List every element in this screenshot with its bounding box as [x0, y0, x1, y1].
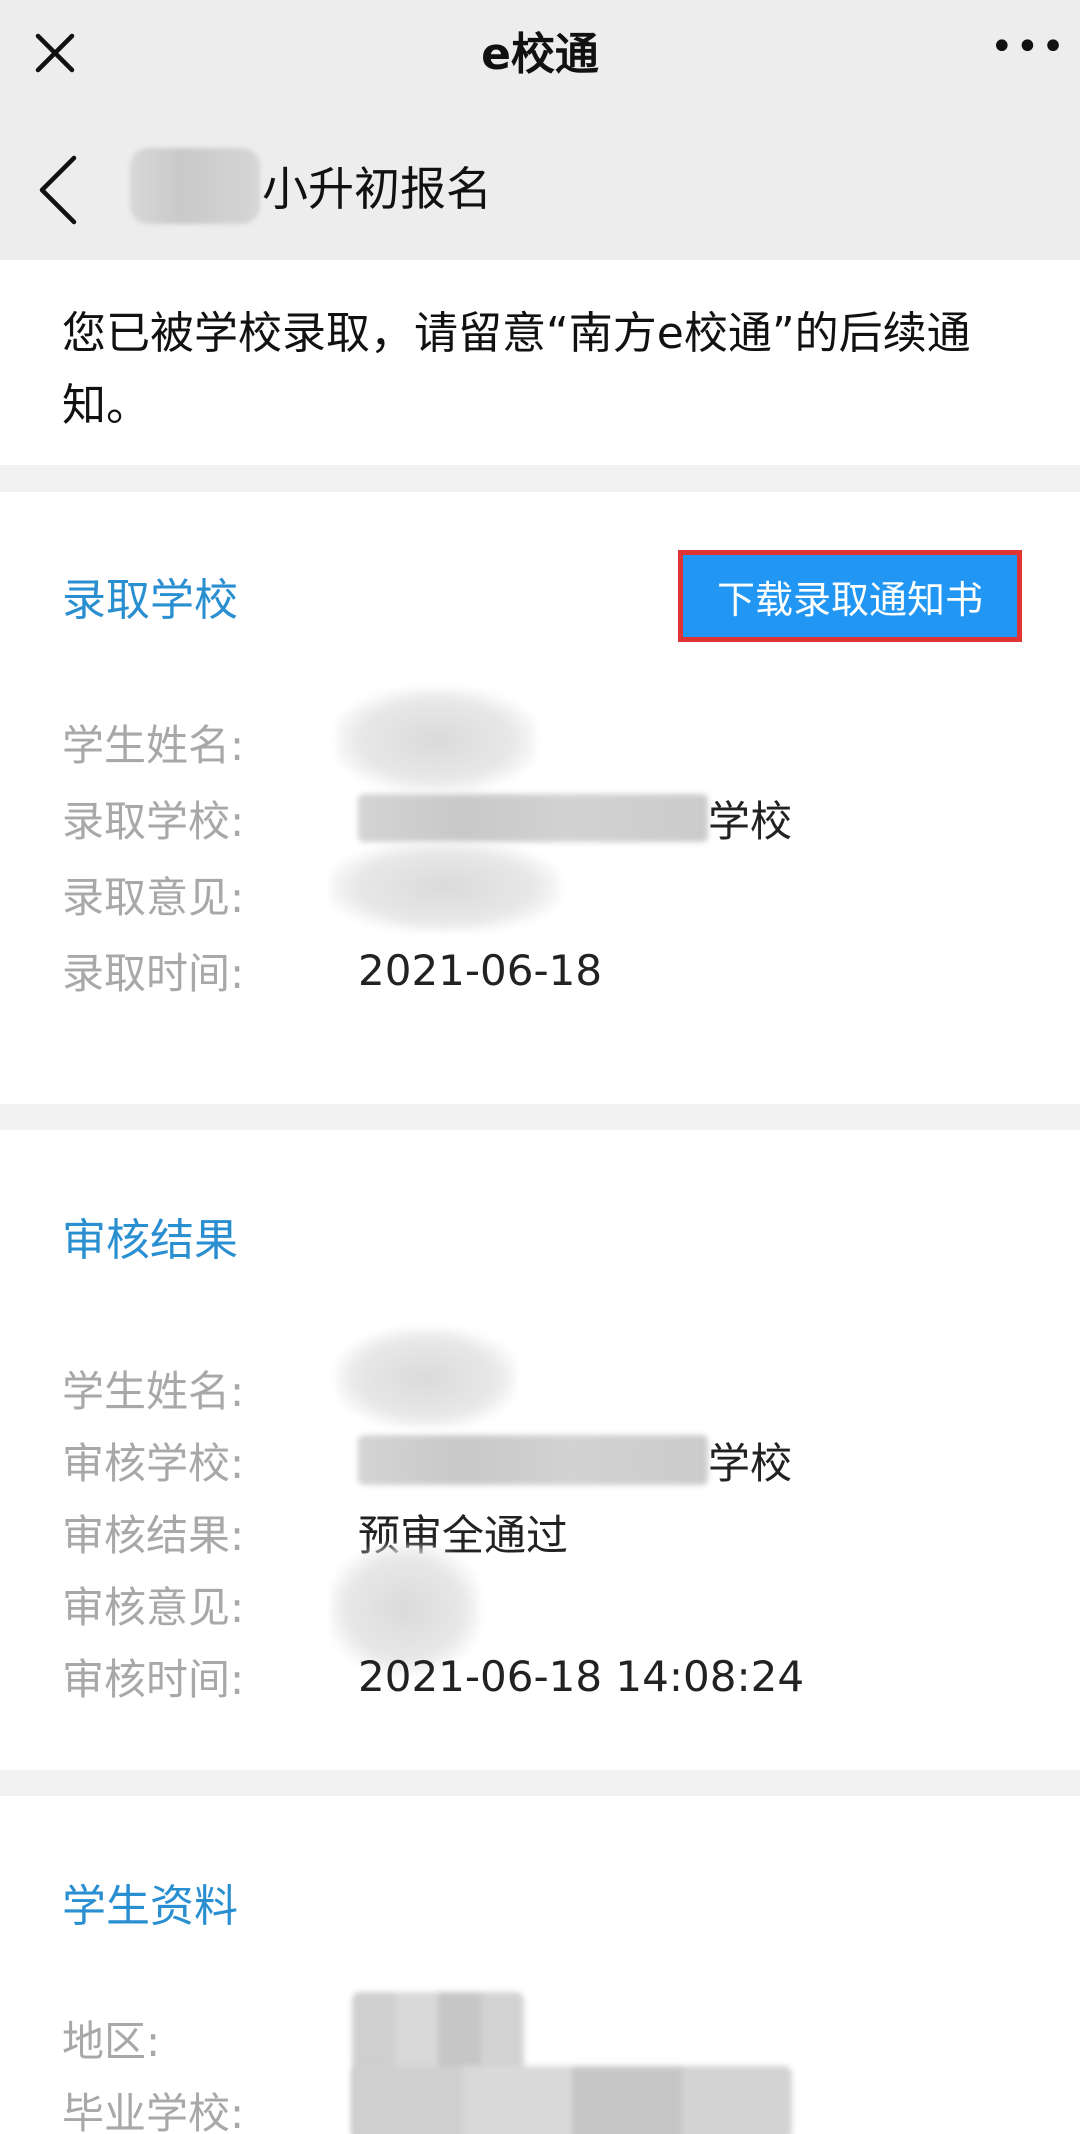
row-label: 审核时间:	[62, 1654, 245, 1704]
redacted-region	[352, 2066, 792, 2134]
row-label: 审核意见:	[62, 1582, 245, 1632]
info-row: 地区:	[62, 2010, 358, 2066]
info-row: 学生姓名:	[62, 1360, 358, 1416]
row-value: 学校	[708, 796, 793, 846]
info-row: 审核学校: 学校	[62, 1432, 792, 1488]
page-title-container: 小升初报名	[130, 146, 492, 226]
row-label: 学生姓名:	[62, 1366, 245, 1416]
row-label: 审核结果:	[62, 1510, 245, 1560]
info-row: 录取学校: 学校	[62, 790, 792, 846]
app-header: e校通 •••	[0, 0, 1080, 110]
row-value: 学校	[708, 1438, 793, 1488]
row-label: 录取学校:	[62, 796, 245, 846]
redacted-region	[336, 688, 536, 792]
download-notice-button[interactable]: 下载录取通知书	[678, 550, 1022, 642]
row-label: 毕业学校:	[62, 2088, 245, 2134]
row-value: 2021-06-18	[358, 945, 603, 995]
section-title-review: 审核结果	[62, 1215, 238, 1266]
page-title: 小升初报名	[262, 162, 492, 216]
row-label: 审核学校:	[62, 1438, 245, 1488]
admission-notice: 您已被学校录取，请留意“南方e校通”的后续通知。	[0, 260, 1080, 465]
back-arrow-icon[interactable]	[30, 150, 90, 230]
review-card: 审核结果 学生姓名: 审核学校: 学校 审核结果: 预审全通过 审核意见: 审核…	[0, 1130, 1080, 1770]
section-title-student: 学生资料	[62, 1881, 238, 1932]
redacted-region	[358, 1435, 708, 1485]
info-row: 录取时间: 2021-06-18	[62, 942, 602, 998]
redacted-region	[336, 1328, 516, 1428]
info-row: 审核意见:	[62, 1576, 358, 1632]
row-value: 2021-06-18 14:08:24	[358, 1651, 805, 1701]
redacted-region	[358, 794, 708, 842]
page-header: 小升初报名	[0, 110, 1080, 260]
redacted-region	[130, 148, 260, 224]
row-label: 录取意见:	[62, 872, 245, 922]
admission-card: 录取学校 下载录取通知书 学生姓名: 录取学校: 学校 录取意见: 录取时间: …	[0, 492, 1080, 1104]
more-options-icon[interactable]: •••	[990, 27, 1065, 74]
info-row: 录取意见:	[62, 866, 358, 922]
info-row: 毕业学校:	[62, 2082, 358, 2134]
info-row: 学生姓名:	[62, 714, 358, 770]
info-row: 审核时间: 2021-06-18 14:08:24	[62, 1648, 804, 1704]
student-info-card: 学生资料 地区: 毕业学校:	[0, 1796, 1080, 2134]
info-row: 审核结果: 预审全通过	[62, 1504, 568, 1560]
row-label: 地区:	[62, 2016, 161, 2066]
row-label: 录取时间:	[62, 948, 245, 998]
row-label: 学生姓名:	[62, 720, 245, 770]
section-title-admission: 录取学校	[62, 575, 238, 626]
redacted-region	[330, 842, 560, 932]
app-title: e校通	[481, 29, 599, 80]
